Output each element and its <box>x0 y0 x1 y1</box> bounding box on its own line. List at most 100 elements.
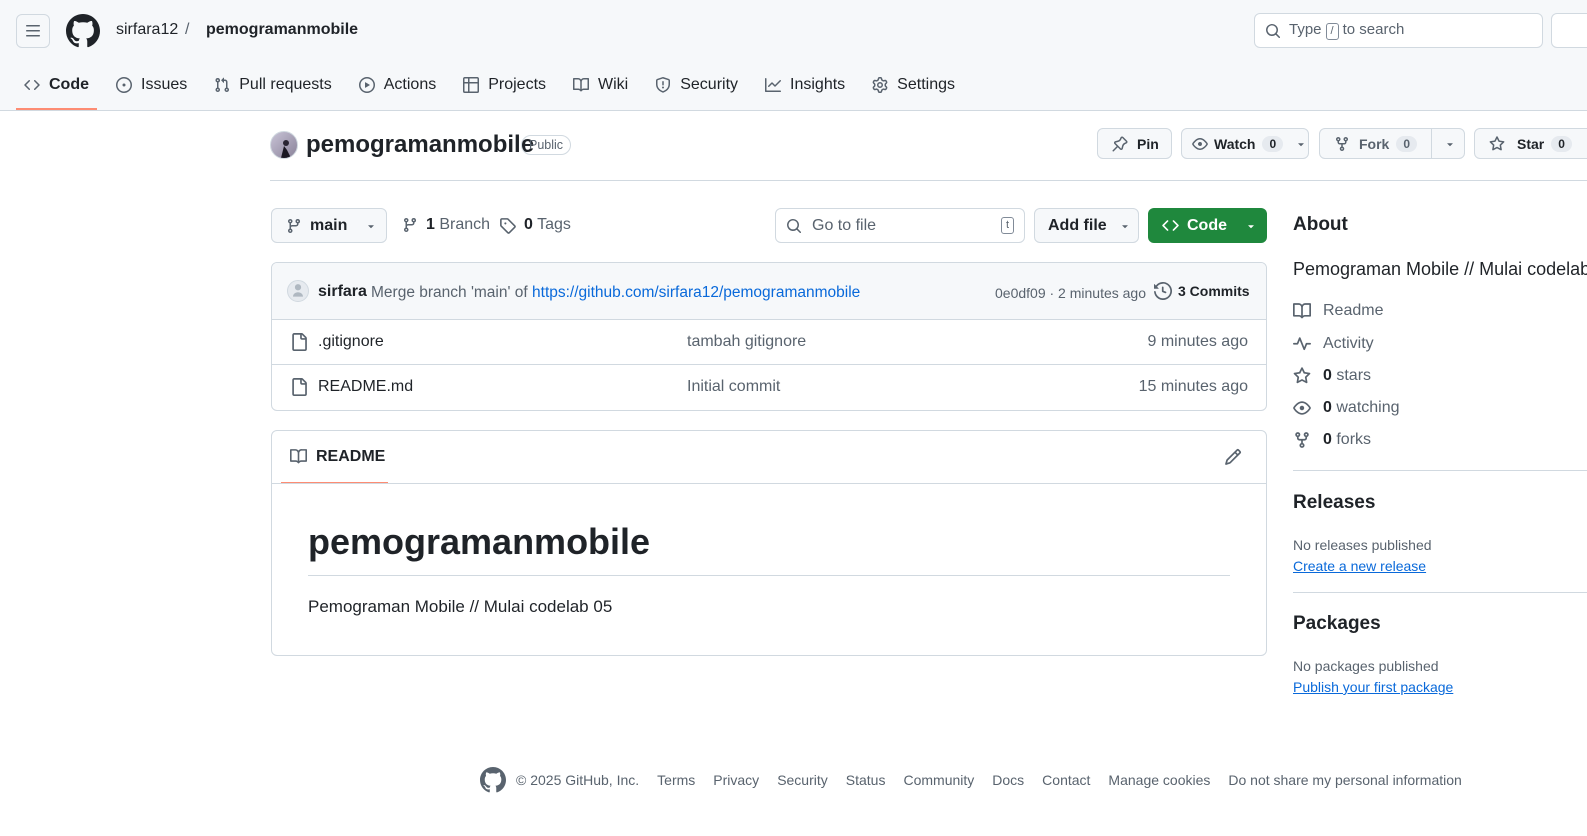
hamburger-icon <box>26 25 40 37</box>
fork-button[interactable]: Fork 0 <box>1319 128 1465 159</box>
repo-title[interactable]: pemogramanmobile <box>306 131 534 159</box>
activity-link-label: Activity <box>1323 335 1374 352</box>
pin-button[interactable]: Pin <box>1097 128 1172 159</box>
footer-link-manage-cookies[interactable]: Manage cookies <box>1108 772 1210 788</box>
book-icon <box>1293 303 1311 319</box>
pulse-icon <box>1293 337 1311 351</box>
github-logo-icon[interactable] <box>480 767 506 793</box>
global-header: sirfara12 / pemogramanmobile Type / to sea… <box>0 0 1587 111</box>
go-to-file-input[interactable]: Go to file t <box>775 208 1025 243</box>
github-logo-icon[interactable] <box>66 14 100 48</box>
file-row[interactable]: .gitignore tambah gitignore 9 minutes ag… <box>272 320 1266 365</box>
tag-count: 0 <box>524 216 533 233</box>
tab-issues[interactable]: Issues <box>108 66 195 104</box>
footer: © 2025 GitHub, Inc. Terms Privacy Securi… <box>480 767 1480 793</box>
branches-link[interactable]: 1 Branch <box>402 216 490 234</box>
add-file-button[interactable]: Add file <box>1034 208 1139 243</box>
sidebar-forks-link[interactable]: 0 forks <box>1293 431 1371 449</box>
book-icon <box>290 449 307 464</box>
commit-author-avatar[interactable] <box>287 280 309 302</box>
sidebar-activity-link[interactable]: Activity <box>1293 335 1374 353</box>
publish-package-link[interactable]: Publish your first package <box>1293 679 1453 695</box>
file-icon <box>292 333 307 351</box>
graph-icon <box>765 78 782 92</box>
tab-pull-requests[interactable]: Pull requests <box>206 66 340 104</box>
pin-icon <box>1112 135 1128 151</box>
forks-count: 0 <box>1323 431 1332 448</box>
watch-label: Watch <box>1214 135 1256 152</box>
sidebar-watching-link[interactable]: 0 watching <box>1293 399 1400 417</box>
forks-label: forks <box>1336 431 1372 448</box>
fork-icon <box>1336 136 1348 151</box>
chevron-down-icon <box>1447 142 1453 146</box>
commit-link[interactable]: https://github.com/sirfara12/pemogramanm… <box>532 284 860 301</box>
search-shortcut-key: / <box>1325 23 1339 40</box>
repo-nav: Code Issues Pull requests Actions Projec… <box>16 66 974 110</box>
footer-link-status[interactable]: Status <box>846 772 886 788</box>
branch-selector[interactable]: main <box>271 208 387 243</box>
footer-link-docs[interactable]: Docs <box>992 772 1024 788</box>
readme-link-label: Readme <box>1323 302 1384 319</box>
commit-author[interactable]: sirfara <box>318 283 367 301</box>
branch-name: main <box>310 216 348 234</box>
search-prefix: Type <box>1289 21 1322 38</box>
go-to-file-shortcut: t <box>1000 217 1014 234</box>
create-release-link[interactable]: Create a new release <box>1293 558 1426 574</box>
search-icon <box>1266 23 1281 38</box>
tab-actions[interactable]: Actions <box>351 66 444 104</box>
tab-label: Actions <box>383 76 437 93</box>
footer-link-do-not-share[interactable]: Do not share my personal information <box>1228 772 1461 788</box>
commit-message[interactable]: Merge branch 'main' of https://github.co… <box>371 284 860 302</box>
footer-link-community[interactable]: Community <box>903 772 974 788</box>
branch-icon <box>287 218 300 233</box>
about-title: About <box>1293 214 1348 235</box>
file-commit-message[interactable]: tambah gitignore <box>687 333 806 351</box>
tab-label: Pull requests <box>239 76 332 93</box>
watch-button[interactable]: Watch 0 <box>1181 128 1309 159</box>
fork-icon <box>1295 432 1309 448</box>
copilot-button[interactable] <box>1551 13 1587 48</box>
tab-projects[interactable]: Projects <box>455 66 554 104</box>
file-name[interactable]: README.md <box>318 378 413 396</box>
tab-code[interactable]: Code <box>16 66 97 110</box>
tab-label: Wiki <box>598 76 629 93</box>
tab-settings[interactable]: Settings <box>864 66 963 104</box>
tab-label: Code <box>49 76 89 93</box>
footer-link-contact[interactable]: Contact <box>1042 772 1090 788</box>
history-icon <box>1154 282 1172 300</box>
pencil-icon[interactable] <box>1224 448 1242 466</box>
chevron-down-icon <box>1248 224 1254 228</box>
star-count: 0 <box>1551 135 1572 152</box>
star-button[interactable]: Star 0 <box>1474 128 1587 159</box>
play-icon <box>358 77 375 93</box>
tab-security[interactable]: Security <box>647 66 746 104</box>
footer-link-terms[interactable]: Terms <box>657 772 695 788</box>
sidebar-readme-link[interactable]: Readme <box>1293 302 1383 320</box>
code-dropdown-button[interactable]: Code <box>1148 208 1267 243</box>
owner-avatar[interactable] <box>270 131 298 159</box>
readme-tab[interactable]: README <box>281 431 388 484</box>
watching-label: watching <box>1336 399 1400 416</box>
tab-insights[interactable]: Insights <box>757 66 853 104</box>
readme-tab-label: README <box>316 447 386 465</box>
file-name[interactable]: .gitignore <box>318 333 384 351</box>
go-to-file-placeholder: Go to file <box>812 216 877 234</box>
releases-title[interactable]: Releases <box>1293 492 1375 514</box>
search-input[interactable]: Type / to search <box>1254 13 1543 48</box>
breadcrumb-owner[interactable]: sirfara12 <box>116 21 178 39</box>
code-label: Code <box>1187 216 1227 234</box>
file-row[interactable]: README.md Initial commit 15 minutes ago <box>272 365 1266 410</box>
packages-title[interactable]: Packages <box>1293 613 1381 635</box>
sidebar-divider <box>1293 470 1587 471</box>
file-commit-message[interactable]: Initial commit <box>687 378 780 396</box>
commit-meta[interactable]: 0e0df09 · 2 minutes ago <box>995 285 1146 301</box>
commits-history-link[interactable]: 3 Commits <box>1154 282 1250 300</box>
sidebar-stars-link[interactable]: 0 stars <box>1293 367 1371 385</box>
menu-button[interactable] <box>16 14 50 48</box>
footer-link-security[interactable]: Security <box>777 772 828 788</box>
footer-link-privacy[interactable]: Privacy <box>713 772 759 788</box>
breadcrumb-repo[interactable]: pemogramanmobile <box>206 21 358 39</box>
sidebar-divider <box>1293 592 1587 593</box>
tags-link[interactable]: 0 Tags <box>499 216 571 234</box>
tab-wiki[interactable]: Wiki <box>565 66 636 104</box>
